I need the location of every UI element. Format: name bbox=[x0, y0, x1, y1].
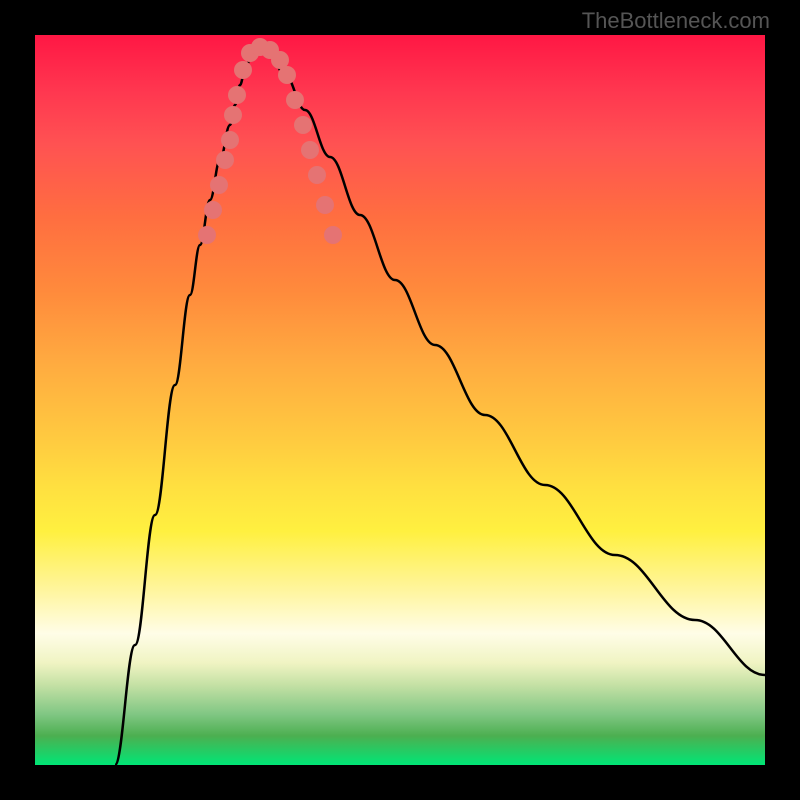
chart-svg bbox=[35, 35, 765, 765]
data-point bbox=[210, 176, 228, 194]
data-point bbox=[301, 141, 319, 159]
data-point bbox=[294, 116, 312, 134]
data-point bbox=[228, 86, 246, 104]
v-curve-path bbox=[115, 47, 765, 765]
data-point bbox=[234, 61, 252, 79]
curve-group bbox=[115, 47, 765, 765]
data-point bbox=[216, 151, 234, 169]
chart-plot-area bbox=[35, 35, 765, 765]
data-point bbox=[198, 226, 216, 244]
data-point bbox=[324, 226, 342, 244]
data-point bbox=[278, 66, 296, 84]
data-point bbox=[221, 131, 239, 149]
data-point bbox=[204, 201, 222, 219]
data-point bbox=[308, 166, 326, 184]
data-point bbox=[316, 196, 334, 214]
data-point bbox=[286, 91, 304, 109]
data-point bbox=[224, 106, 242, 124]
watermark-text: TheBottleneck.com bbox=[582, 8, 770, 34]
